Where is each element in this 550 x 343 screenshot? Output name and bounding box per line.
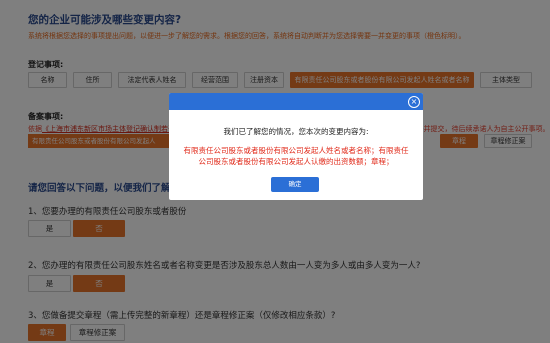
close-icon[interactable]: × [408, 96, 420, 108]
dialog-header: × [169, 93, 423, 110]
confirm-button[interactable]: 确定 [271, 177, 319, 192]
dialog-change-summary: 有限责任公司股东或者股份有限公司发起人姓名或者名称；有限责任公司股东或者股份有限… [183, 146, 409, 166]
dialog-message: 我们已了解您的情况，您本次的变更内容为: [223, 127, 369, 136]
